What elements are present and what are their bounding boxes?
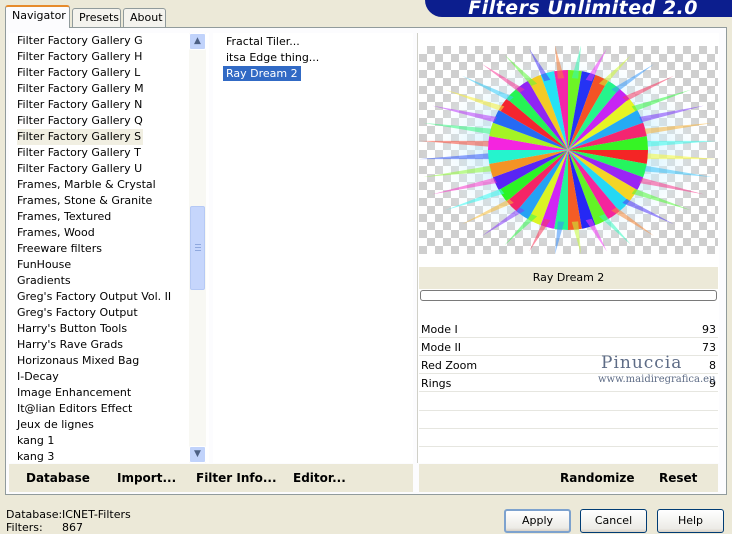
category-item[interactable]: Frames, Marble & Crystal <box>17 177 158 193</box>
category-item[interactable]: Filter Factory Gallery H <box>17 49 144 65</box>
category-item[interactable]: kang 3 <box>17 449 56 463</box>
app-banner: Filters Unlimited 2.0 <box>425 0 732 19</box>
progress-bar <box>420 290 717 301</box>
tab-presets[interactable]: Presets <box>72 8 121 27</box>
category-item[interactable]: Filter Factory Gallery L <box>17 65 142 81</box>
scroll-down-button[interactable]: ▼ <box>189 446 206 463</box>
database-button[interactable]: Database <box>26 471 90 485</box>
filter-item[interactable]: Fractal Tiler... <box>223 34 303 49</box>
category-item[interactable]: Filter Factory Gallery G <box>17 33 145 49</box>
category-item[interactable]: Greg's Factory Output <box>17 305 140 321</box>
category-item[interactable]: Image Enhancement <box>17 385 133 401</box>
category-item[interactable]: Frames, Textured <box>17 209 113 225</box>
category-item[interactable]: Harry's Rave Grads <box>17 337 125 353</box>
right-button-bar: Randomize Reset <box>419 464 718 492</box>
param-value: 73 <box>702 341 716 354</box>
cancel-button[interactable]: Cancel <box>580 509 647 533</box>
category-item[interactable]: Filter Factory Gallery S <box>17 129 144 145</box>
apply-button[interactable]: Apply <box>504 509 571 533</box>
category-item[interactable]: I-Decay <box>17 369 61 385</box>
watermark-name: Pinuccia <box>601 353 683 373</box>
category-item[interactable]: Filter Factory Gallery N <box>17 97 144 113</box>
tab-about[interactable]: About <box>123 8 166 27</box>
chevron-up-icon: ▲ <box>194 36 201 46</box>
filter-item[interactable]: Ray Dream 2 <box>223 66 301 81</box>
category-list[interactable]: Filter Factory Gallery G Filter Factory G… <box>9 33 209 463</box>
filter-item[interactable]: itsa Edge thing... <box>223 50 322 65</box>
param-label: Rings <box>421 377 452 390</box>
param-empty-row <box>419 429 718 447</box>
category-item[interactable]: Freeware filters <box>17 241 104 257</box>
reset-button[interactable]: Reset <box>659 471 697 485</box>
import-button[interactable]: Import... <box>117 471 176 485</box>
scroll-thumb[interactable] <box>190 206 205 290</box>
category-item[interactable]: FunHouse <box>17 257 73 273</box>
category-item[interactable]: Filter Factory Gallery T <box>17 145 143 161</box>
category-item[interactable]: Horizonaus Mixed Bag <box>17 353 141 369</box>
database-label: Database: <box>6 508 63 521</box>
selected-filter-name: Ray Dream 2 <box>419 267 718 289</box>
category-item[interactable]: Frames, Stone & Granite <box>17 193 154 209</box>
ray-dream-effect-graphic <box>419 46 718 254</box>
banner-title: Filters Unlimited 2.0 <box>468 0 698 19</box>
param-value: 93 <box>702 323 716 336</box>
category-item[interactable]: Filter Factory Gallery M <box>17 81 146 97</box>
help-button[interactable]: Help <box>657 509 724 533</box>
filters-count: 867 <box>62 521 83 534</box>
category-item[interactable]: Frames, Wood <box>17 225 97 241</box>
param-empty-row <box>419 393 718 411</box>
param-empty-row <box>419 411 718 429</box>
category-item[interactable]: Jeux de lignes <box>17 417 96 433</box>
param-mode-i[interactable]: Mode I 93 <box>419 321 718 338</box>
filter-list[interactable]: Fractal Tiler... itsa Edge thing... Ray Dr… <box>213 33 413 463</box>
category-item[interactable]: It@lian Editors Effect <box>17 401 134 417</box>
category-item[interactable]: kang 1 <box>17 433 56 449</box>
category-scrollbar[interactable]: ▲ ▼ <box>189 33 206 463</box>
param-label: Mode II <box>421 341 461 354</box>
category-item[interactable]: Greg's Factory Output Vol. II <box>17 289 173 305</box>
category-item[interactable]: Filter Factory Gallery Q <box>17 113 145 129</box>
filter-info-button[interactable]: Filter Info... <box>196 471 277 485</box>
param-label: Red Zoom <box>421 359 478 372</box>
chevron-down-icon: ▼ <box>194 449 201 459</box>
editor-button[interactable]: Editor... <box>293 471 346 485</box>
left-button-bar: Database Import... Filter Info... Editor… <box>9 464 413 492</box>
param-label: Mode I <box>421 323 458 336</box>
tab-navigator[interactable]: Navigator <box>5 5 70 28</box>
category-item[interactable]: Harry's Button Tools <box>17 321 129 337</box>
param-value: 8 <box>709 359 716 372</box>
category-item[interactable]: Filter Factory Gallery U <box>17 161 144 177</box>
param-empty-row <box>419 447 718 465</box>
randomize-button[interactable]: Randomize <box>560 471 634 485</box>
category-item[interactable]: Gradients <box>17 273 73 289</box>
watermark-url: www.maidiregrafica.eu <box>598 374 716 385</box>
database-value: ICNET-Filters <box>62 508 131 521</box>
filters-label: Filters: <box>6 521 43 534</box>
grip-icon <box>195 244 201 251</box>
preview-image <box>419 46 718 254</box>
scroll-up-button[interactable]: ▲ <box>189 33 206 50</box>
